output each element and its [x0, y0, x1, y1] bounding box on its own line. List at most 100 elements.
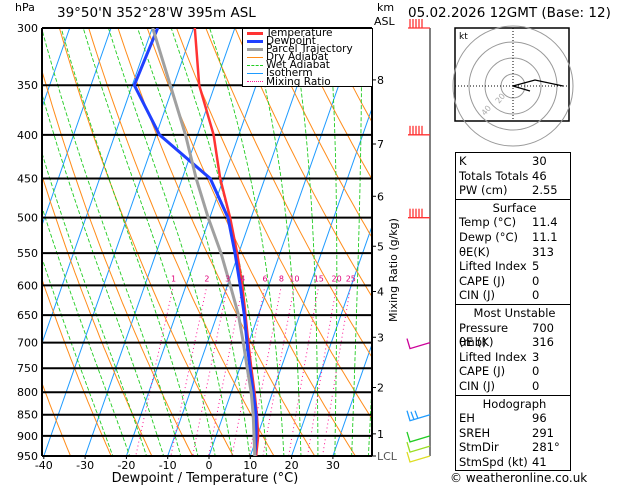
stats-key: StmDir [459, 440, 499, 455]
hodograph-trace [512, 79, 564, 92]
pressure-label: 700 [17, 337, 38, 350]
pressure-label: 600 [17, 279, 38, 292]
km-tick-label: 1 [377, 428, 384, 441]
x-axis-label: Dewpoint / Temperature (°C) [112, 471, 299, 486]
wind-barb-icon [406, 451, 431, 463]
wind-barb-icon [406, 431, 431, 443]
pressure-label: 800 [17, 386, 38, 399]
stats-row: StmSpd (kt) 41 [459, 455, 570, 470]
stats-value: 0 [532, 273, 540, 288]
stats-key: CAPE (J) [459, 273, 506, 288]
stats-section: Most Unstable Pressure (mb) 700 θE (K) 316 Li… [456, 305, 570, 396]
stats-row: Dewp (°C) 11.1 [459, 230, 570, 245]
mixing-ratio-line [170, 285, 208, 456]
stats-row: StmDir 281° [459, 440, 570, 455]
km-tick-label: 7 [377, 138, 384, 151]
wet-adiabat-line [42, 28, 182, 456]
hodograph-ring-label: 40 [480, 104, 493, 118]
stats-value: 3 [532, 349, 540, 364]
km-tick-label: 6 [377, 190, 384, 203]
stats-key: CIN (J) [459, 288, 496, 303]
pressure-label: 650 [17, 309, 38, 322]
km-tick-label: LCL [377, 450, 398, 463]
barb-shaft [406, 410, 431, 422]
pressure-label: 500 [17, 212, 38, 225]
mixing-ratio-label: 15 [314, 274, 324, 283]
stats-row: Temp (°C) 11.4 [459, 215, 570, 230]
legend-swatch [247, 39, 263, 43]
dry-adiabat-line [616, 28, 629, 456]
legend-swatch [247, 47, 263, 51]
stats-section-title: Surface [492, 200, 537, 215]
stats-section: Hodograph EH 96 SREH 291 StmDir 281° StmSpd (kt… [456, 396, 570, 471]
wind-barb-icon [408, 208, 430, 219]
stats-row: SREH 291 [459, 426, 570, 441]
pressure-label: 550 [17, 247, 38, 260]
stats-panel: K 30 Totals Totals 46 PW (cm) 2.55 Surface Temp… [455, 152, 571, 472]
legend: Temperature Dewpoint Parcel Trajectory Dry … [242, 28, 373, 87]
pressure-label: 450 [17, 173, 38, 186]
legend-swatch [247, 56, 263, 58]
mixing-ratio-label: 1 [171, 274, 176, 283]
stats-value: 0 [532, 364, 540, 379]
wet-adiabat-line [82, 28, 216, 456]
stats-value: 46 [532, 168, 547, 183]
stats-value: 281° [532, 440, 560, 455]
stats-row: CAPE (J) 0 [459, 274, 570, 289]
mixing-ratio-label: 25 [346, 274, 356, 283]
pressure-label: 850 [17, 409, 38, 422]
barb-shaft [406, 451, 431, 463]
stats-row: Pressure (mb) 700 [459, 320, 570, 350]
mixing-ratio-label: 2 [204, 274, 209, 283]
stats-key: SREH [459, 425, 491, 440]
stats-section: Surface Temp (°C) 11.4 Dewp (°C) 11.1 θE(K) 31… [456, 200, 570, 305]
km-tick-label: 4 [377, 286, 384, 299]
stats-value: 5 [532, 259, 540, 274]
x-tick-label: -30 [76, 459, 94, 472]
axes: 1 2 3 4 6 8 10 15 20 2530035040045050055060065070… [17, 22, 398, 472]
stats-row: EH 96 [459, 411, 570, 426]
stats-value: 30 [532, 154, 547, 168]
stats-section-title: Hodograph [482, 396, 547, 411]
x-tick-label: 30 [326, 459, 340, 472]
stats-key: StmSpd (kt) [459, 454, 528, 469]
stats-key: CIN (J) [459, 378, 496, 393]
stats-key: CAPE (J) [459, 364, 506, 379]
mixing-ratio-line [262, 285, 295, 456]
stats-value: 11.1 [532, 229, 558, 244]
x-tick-label: -40 [35, 459, 53, 472]
barb-shaft [406, 441, 431, 453]
stats-value: 11.4 [532, 215, 558, 230]
stats-key: Lifted Index [459, 259, 527, 274]
barb-shaft [406, 338, 431, 350]
stats-key: PW (cm) [459, 183, 508, 198]
stats-key: Dewp (°C) [459, 229, 519, 244]
stats-row: θE (K) 316 [459, 335, 570, 350]
wet-adiabat-line [351, 28, 362, 456]
wind-barb-icon [408, 19, 430, 29]
pressure-label: 750 [17, 362, 38, 375]
mixing-ratio-label: 20 [332, 274, 342, 283]
stats-key: Lifted Index [459, 349, 527, 364]
stats-value: 2.55 [532, 183, 558, 198]
stats-row: CAPE (J) 0 [459, 364, 570, 379]
wind-barbs [406, 19, 431, 463]
legend-swatch [247, 64, 263, 66]
wind-barb-icon [406, 441, 431, 453]
legend-swatch [247, 31, 263, 35]
pressure-label: 900 [17, 430, 38, 443]
pressure-label: 300 [17, 22, 38, 35]
wind-barb-icon [406, 410, 431, 422]
stats-row: θE(K) 313 [459, 245, 570, 260]
pressure-label: 400 [17, 129, 38, 142]
barb-shaft [406, 431, 431, 443]
wet-adiabat-line [60, 28, 199, 456]
stats-value: 0 [532, 378, 540, 393]
mixing-ratio-axis-label: Mixing Ratio (g/kg) [387, 218, 400, 322]
stats-key: Pressure (mb) [459, 320, 509, 350]
legend-swatch [247, 81, 263, 83]
stats-row: Totals Totals 46 [459, 169, 570, 184]
hodograph-ring-label: 20 [494, 92, 507, 106]
skewt-page: hPa 39°50'N 352°28'W 395m ASL km ASL 05.… [0, 0, 629, 486]
mixing-ratio-line [307, 285, 338, 456]
